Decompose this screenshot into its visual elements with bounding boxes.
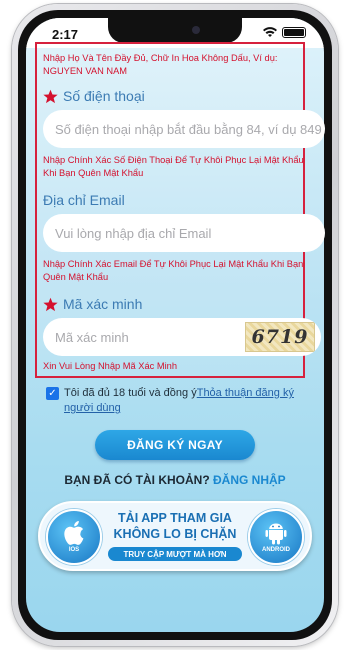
- android-download-button[interactable]: ANDROID: [248, 509, 304, 565]
- register-button[interactable]: ĐĂNG KÝ NGAY: [95, 430, 255, 460]
- email-hint: Nhập Chính Xác Email Để Tự Khôi Phục Lại…: [43, 259, 304, 282]
- camera-icon: [192, 26, 200, 34]
- login-prompt: BẠN ĐÃ CÓ TÀI KHOẢN? ĐĂNG NHẬP: [0, 473, 350, 487]
- login-link[interactable]: ĐĂNG NHẬP: [213, 473, 286, 487]
- captcha-label: Mã xác minh: [63, 296, 143, 312]
- wifi-icon: [263, 27, 277, 37]
- phone-label-row: Số điện thoại: [43, 88, 145, 104]
- agreement-text: Tôi đã đủ 18 tuổi và đồng ý: [64, 387, 197, 399]
- captcha-label-row: Mã xác minh: [43, 296, 142, 312]
- ios-label: IOS: [68, 547, 80, 553]
- agreement-row: ✓ Tôi đã đủ 18 tuổi và đồng ýThỏa thuận …: [46, 386, 308, 416]
- banner-title-line1: TẢI APP THAM GIA: [118, 511, 232, 525]
- banner-subtitle: TRUY CẬP MƯỢT MÀ HƠN: [108, 547, 242, 561]
- apple-icon: [64, 521, 84, 545]
- captcha-hint: Xin Vui Lòng Nhập Mã Xác Minh: [43, 361, 178, 371]
- agreement-checkbox[interactable]: ✓: [46, 387, 59, 400]
- registration-form: Nhập Họ Và Tên Đầy Đủ, Chữ In Hoa Không …: [35, 42, 325, 378]
- email-label: Địa chỉ Email: [43, 192, 125, 208]
- ios-download-button[interactable]: IOS: [46, 509, 102, 565]
- banner-title-line2: KHÔNG LO BỊ CHẶN: [113, 527, 237, 541]
- email-input[interactable]: Vui lòng nhập địa chỉ Email: [43, 214, 325, 252]
- captcha-image[interactable]: 6719: [245, 322, 315, 352]
- name-hint: Nhập Họ Và Tên Đầy Đủ, Chữ In Hoa Không …: [43, 53, 278, 76]
- phone-hint: Nhập Chính Xác Số Điện Thoại Để Tự Khôi …: [43, 155, 304, 178]
- android-icon: [265, 523, 287, 545]
- required-star-icon: [43, 297, 58, 311]
- phone-label: Số điện thoại: [63, 88, 145, 104]
- status-icons: [263, 27, 306, 38]
- agreement-text-block: Tôi đã đủ 18 tuổi và đồng ýThỏa thuận đă…: [46, 386, 308, 416]
- notch: [108, 18, 242, 43]
- android-label: ANDROID: [262, 547, 290, 553]
- login-prompt-text: BẠN ĐÃ CÓ TÀI KHOẢN?: [64, 473, 210, 487]
- captcha-input[interactable]: Mã xác minh 6719: [43, 318, 321, 356]
- captcha-placeholder: Mã xác minh: [55, 329, 129, 345]
- app-download-banner[interactable]: IOS TẢI APP THAM GIA KHÔNG LO BỊ CHẶN TR…: [38, 501, 312, 571]
- battery-icon: [282, 27, 306, 38]
- phone-input[interactable]: Số điện thoại nhập bắt đầu bằng 84, ví d…: [43, 110, 325, 148]
- status-time: 2:17: [52, 27, 79, 42]
- email-label-row: Địa chỉ Email: [43, 192, 125, 208]
- required-star-icon: [43, 89, 58, 103]
